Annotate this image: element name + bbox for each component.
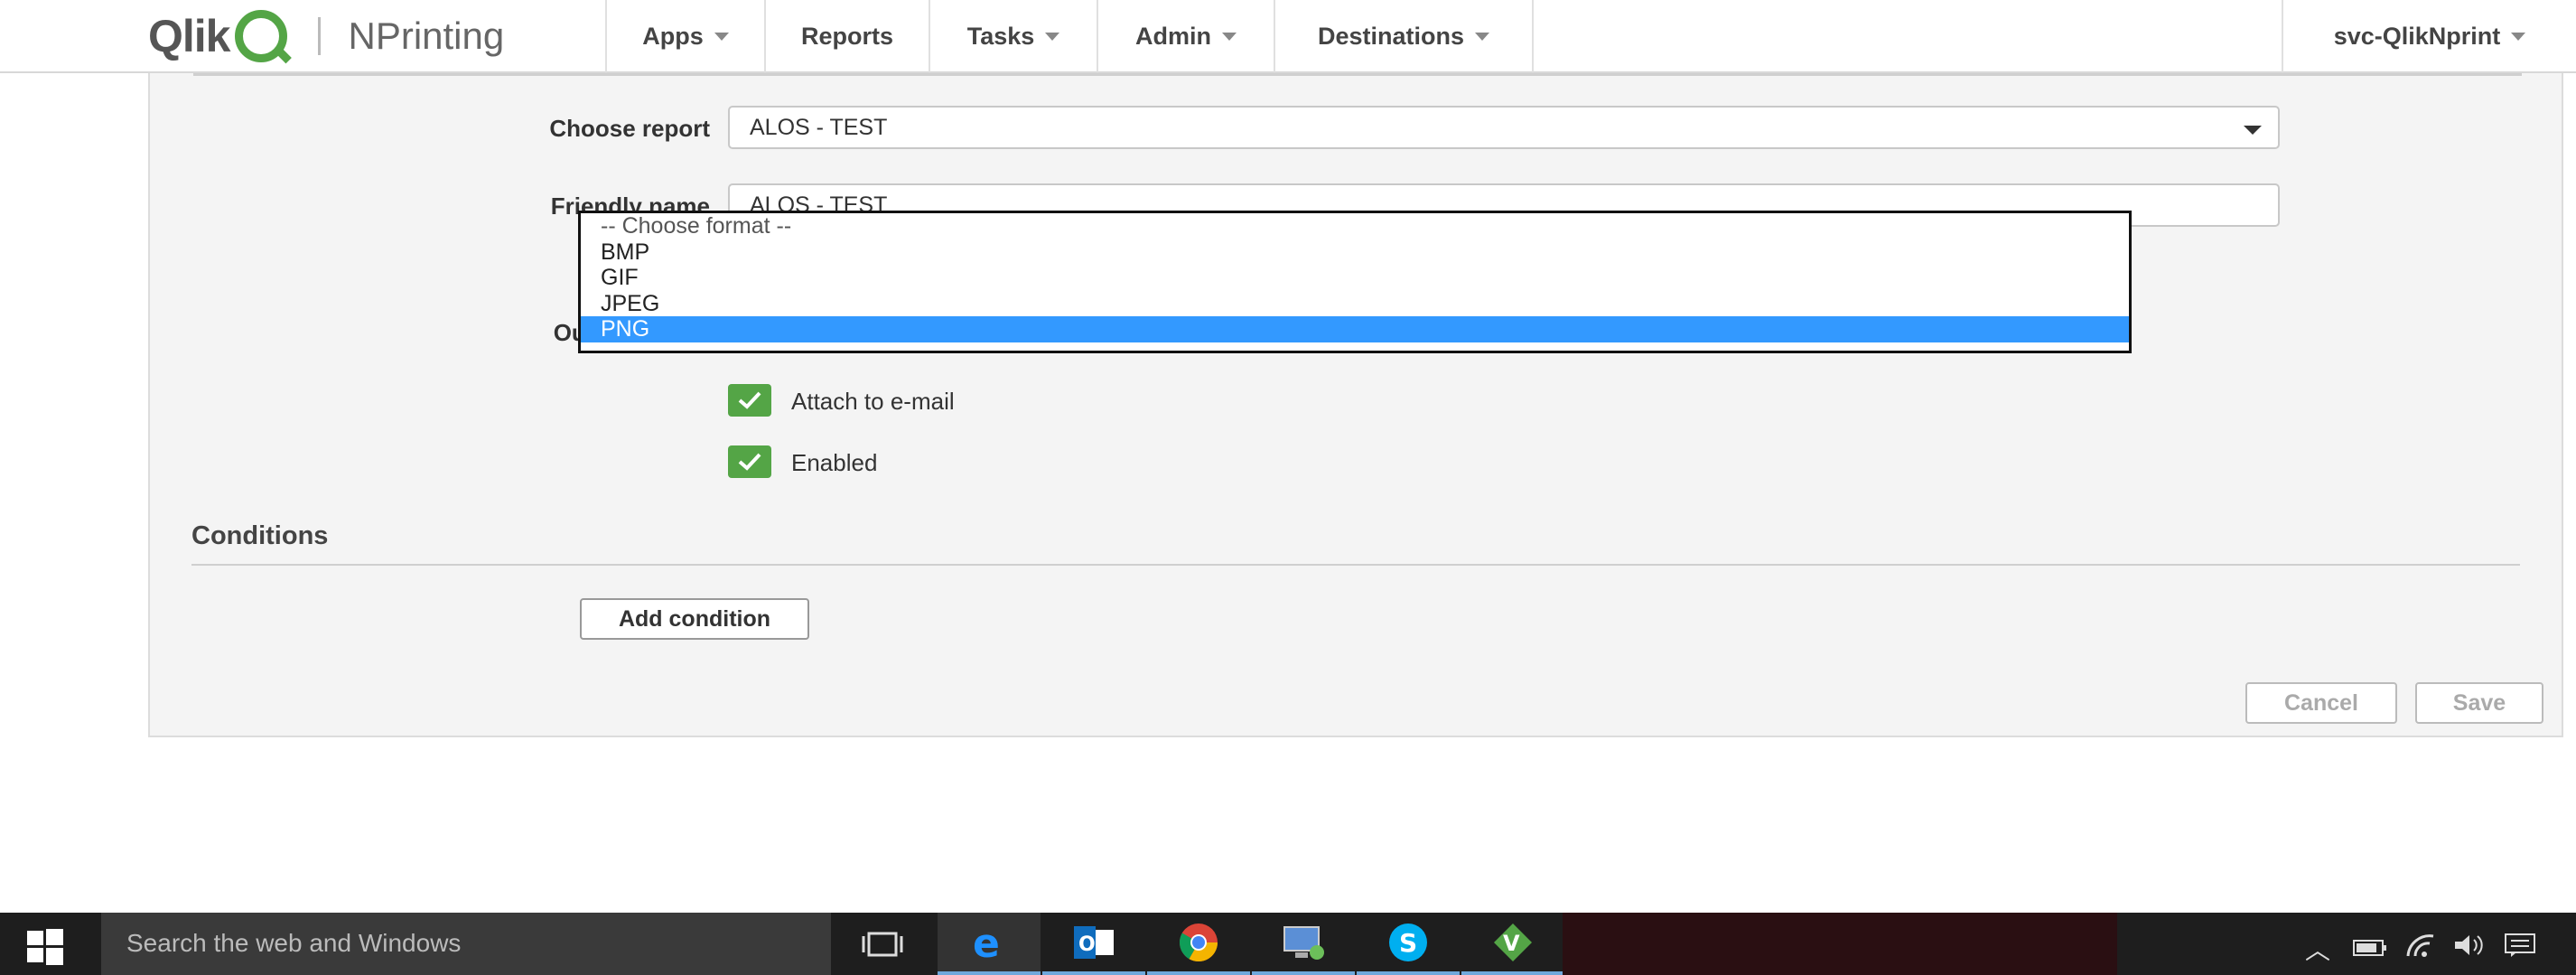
chevron-down-icon	[2511, 32, 2526, 41]
svg-text:e: e	[973, 923, 1000, 962]
nav-reports-label: Reports	[800, 22, 893, 50]
enabled-label: Enabled	[791, 449, 878, 476]
qlik-logo-text: Qlik	[148, 11, 230, 61]
nav-apps[interactable]: Apps	[605, 0, 764, 72]
taskbar-empty-area	[1563, 913, 2117, 975]
vim-icon[interactable]: V	[1461, 913, 1564, 975]
svg-text:O: O	[1078, 933, 1096, 956]
battery-icon[interactable]	[2352, 934, 2388, 964]
taskbar-search-input[interactable]: Search the web and Windows	[101, 913, 831, 975]
cancel-button[interactable]: Cancel	[2245, 682, 2397, 724]
chevron-down-icon	[714, 32, 729, 41]
windows-taskbar: Search the web and Windows e O S V ︿	[0, 913, 2576, 975]
chevron-down-icon	[1475, 32, 1490, 41]
top-navbar: Qlik NPrinting Apps Reports Tasks Admin …	[0, 0, 2576, 73]
skype-icon[interactable]: S	[1357, 913, 1460, 975]
nav-tasks[interactable]: Tasks	[929, 0, 1097, 72]
format-option[interactable]: -- Choose format --	[581, 213, 2129, 239]
panel-divider	[193, 73, 2522, 76]
format-option[interactable]: JPEG	[581, 291, 2129, 317]
volume-icon[interactable]	[2453, 933, 2486, 964]
task-view-icon[interactable]	[831, 913, 934, 975]
checkmark-icon	[738, 391, 761, 409]
checkmark-icon	[738, 453, 761, 471]
chevron-down-icon	[1222, 32, 1237, 41]
nav-apps-label: Apps	[642, 22, 704, 50]
choose-report-select[interactable]: ALOS - TEST	[728, 106, 2280, 149]
nav-admin-label: Admin	[1135, 22, 1211, 50]
conditions-divider	[191, 564, 2520, 566]
svg-text:V: V	[1503, 931, 1520, 956]
show-hidden-icons-icon[interactable]: ︿	[2305, 931, 2330, 967]
user-menu[interactable]: svc-QlikNprint	[2282, 0, 2576, 72]
choose-report-value: ALOS - TEST	[750, 115, 888, 140]
nav-destinations[interactable]: Destinations	[1274, 0, 1534, 72]
action-center-icon[interactable]	[2504, 933, 2536, 964]
choose-report-label: Choose report	[549, 115, 710, 142]
logo-divider	[318, 17, 322, 55]
svg-text:S: S	[1399, 928, 1417, 958]
outlook-icon[interactable]: O	[1042, 913, 1145, 975]
product-name: NPrinting	[348, 14, 505, 57]
qlik-q-icon	[235, 10, 288, 62]
output-format-dropdown[interactable]: -- Choose format -- BMP GIF JPEG PNG	[578, 211, 2132, 353]
save-button[interactable]: Save	[2415, 682, 2543, 724]
destination-form-panel: Choose report ALOS - TEST Friendly name …	[148, 73, 2563, 737]
add-condition-button[interactable]: Add condition	[580, 598, 809, 640]
format-option[interactable]: GIF	[581, 265, 2129, 291]
nav-admin[interactable]: Admin	[1097, 0, 1274, 72]
wifi-icon[interactable]	[2404, 933, 2437, 964]
nav-reports[interactable]: Reports	[764, 0, 929, 72]
format-option[interactable]: BMP	[581, 239, 2129, 266]
qlik-nprinting-logo[interactable]: Qlik NPrinting	[148, 10, 505, 62]
attach-email-checkbox[interactable]	[728, 384, 771, 417]
edge-icon[interactable]: e	[938, 913, 1041, 975]
chrome-icon[interactable]	[1147, 913, 1250, 975]
format-option-selected[interactable]: PNG	[581, 316, 2129, 342]
remote-desktop-icon[interactable]	[1252, 913, 1355, 975]
chevron-down-icon	[1045, 32, 1060, 41]
enabled-checkbox[interactable]	[728, 445, 771, 478]
chevron-down-icon	[2244, 126, 2262, 135]
conditions-heading: Conditions	[191, 521, 329, 550]
nav-tasks-label: Tasks	[966, 22, 1035, 50]
nav-destinations-label: Destinations	[1317, 22, 1465, 50]
user-name: svc-QlikNprint	[2333, 22, 2501, 50]
windows-start-icon[interactable]	[27, 929, 63, 965]
attach-email-label: Attach to e-mail	[791, 388, 955, 415]
